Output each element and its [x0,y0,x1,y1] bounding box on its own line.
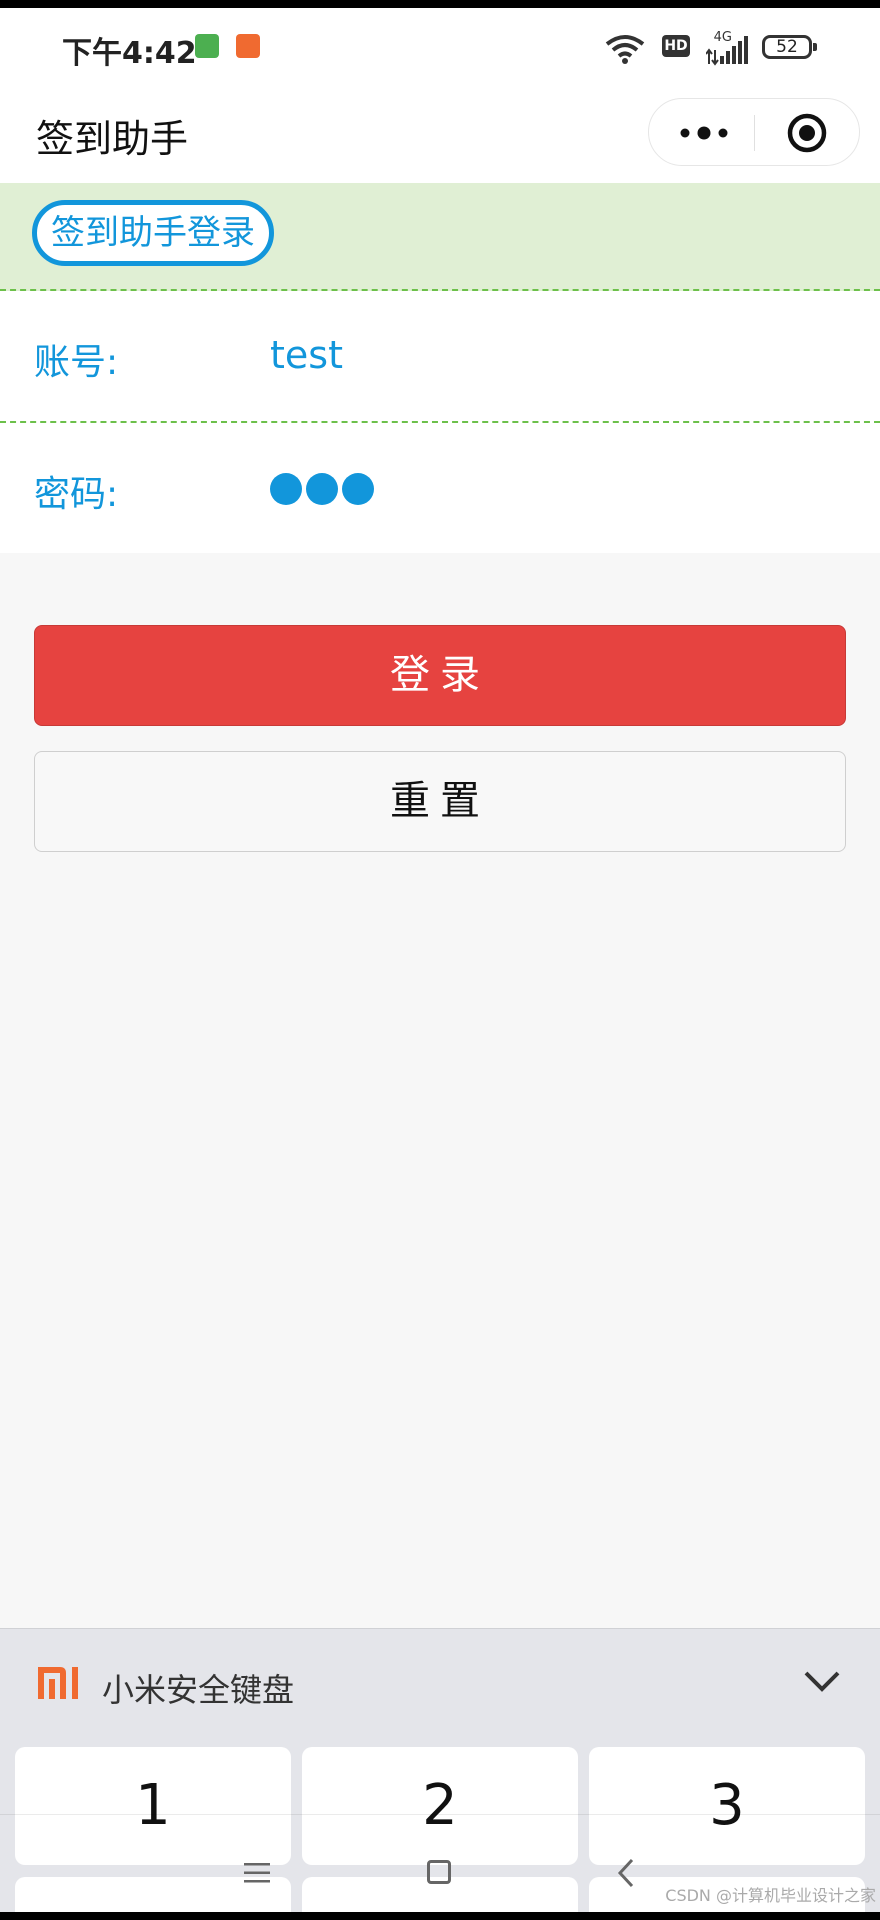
chevron-down-icon[interactable] [802,1667,842,1697]
nav-divider [0,1814,880,1815]
signal-icon [706,36,748,66]
mini-program-nav-bar: 签到助手 [0,88,880,183]
more-icon[interactable] [679,121,729,145]
account-input[interactable]: test [270,333,343,377]
account-label: 账号: [34,342,119,383]
login-header: 签到助手登录 [0,183,880,291]
password-mask-dot [270,473,302,505]
video-notification-icon [236,34,260,58]
account-row: 账号: test [0,291,880,423]
mi-logo-icon [38,1667,78,1699]
capsule-menu [648,98,860,166]
capsule-divider [754,115,755,151]
home-icon[interactable] [427,1860,451,1884]
close-target-icon[interactable] [787,113,827,153]
watermark: CSDN @计算机毕业设计之家 [665,1886,876,1905]
password-label: 密码: [34,474,119,515]
login-button[interactable]: 登录 [34,625,846,726]
status-time: 下午4:42 [62,36,197,71]
keyboard-title: 小米安全键盘 [102,1671,295,1709]
menu-icon[interactable] [244,1862,270,1884]
reset-button[interactable]: 重置 [34,751,846,852]
wifi-icon [605,35,645,64]
password-row: 密码: [0,423,880,553]
android-notification-icon [195,34,219,58]
password-mask-dot [342,473,374,505]
phone-screen: 下午4:42 HD 4G 52 签到助手 签到助手登录 账号: test 密码:… [0,8,880,1912]
page-title: 签到助手 [36,117,189,161]
hd-badge: HD [662,35,690,57]
status-bar: 下午4:42 HD 4G 52 [0,8,880,88]
login-title: 签到助手登录 [32,200,274,266]
back-icon[interactable] [616,1858,636,1888]
password-input[interactable] [270,473,378,507]
battery-indicator: 52 [762,35,817,59]
password-mask-dot [306,473,338,505]
